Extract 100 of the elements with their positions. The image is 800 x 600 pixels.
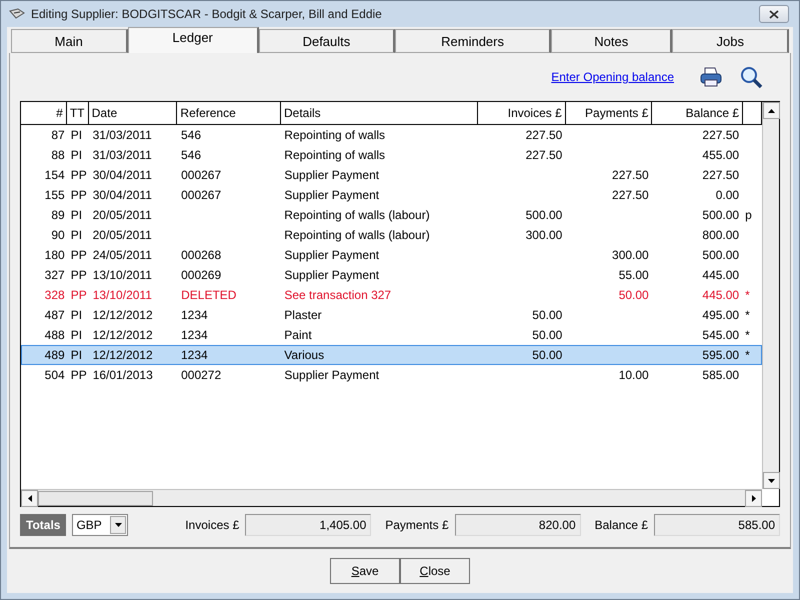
table-cell-text: 227.50: [524, 147, 564, 164]
close-button[interactable]: [759, 5, 789, 23]
ledger-row[interactable]: 180 PP 24/05/2011 000268 Supplier Payment 300.00 500.00: [21, 245, 762, 265]
flag-cell-text: *: [744, 307, 751, 324]
table-cell-text: PI: [70, 307, 84, 324]
table-cell-text: 12/12/2012: [92, 347, 154, 364]
table-cell-text: 155: [44, 187, 66, 204]
table-cell-text: PI: [70, 227, 84, 244]
tab[interactable]: Main: [11, 29, 128, 53]
close-dialog-button[interactable]: Close: [400, 558, 470, 584]
scroll-right-button[interactable]: [745, 490, 762, 506]
scroll-down-button[interactable]: [763, 472, 780, 489]
printer-icon: [699, 66, 723, 88]
table-cell-text: Supplier Payment: [283, 367, 380, 384]
table-cell-text: PP: [70, 367, 88, 384]
column-header[interactable]: Payments £: [566, 102, 652, 124]
ledger-row[interactable]: 504 PP 16/01/2013 000272 Supplier Payment 10.00 585.00: [21, 365, 762, 385]
column-header[interactable]: #: [21, 102, 67, 124]
table-cell-text: 1234: [180, 307, 209, 324]
ledger-row[interactable]: 89 PI 20/05/2011 Repointing of walls (labour) 500.00 500.00 p: [21, 205, 762, 225]
table-cell-text: 1234: [180, 327, 209, 344]
scroll-up-button[interactable]: [763, 102, 780, 119]
table-cell-text: Various: [283, 347, 326, 364]
table-cell-text: 000267: [180, 167, 222, 184]
table-cell-text: PP: [70, 267, 88, 284]
total-field: 820.00: [454, 514, 581, 536]
caret-icon: [114, 523, 122, 527]
ledger-row[interactable]: 90 PI 20/05/2011 Repointing of walls (labour) 300.00 800.00: [21, 225, 762, 245]
table-cell-text: PP: [70, 247, 88, 264]
table-cell-text: 495.00: [701, 307, 740, 324]
column-header[interactable]: Date: [88, 102, 178, 124]
table-cell-text: 12/12/2012: [92, 307, 154, 324]
table-cell-text: Repointing of walls (labour): [283, 207, 431, 224]
table-cell-text: 000268: [180, 247, 222, 264]
table-cell-text: 546: [180, 127, 202, 144]
table-cell-text: 87: [50, 127, 66, 144]
total-field: 585.00: [654, 514, 780, 536]
table-cell-text: Plaster: [283, 307, 323, 324]
table-cell-text: 800.00: [701, 227, 740, 244]
scroll-thumb[interactable]: [38, 490, 153, 506]
tab[interactable]: Ledger: [128, 27, 259, 53]
save-button[interactable]: Save: [330, 558, 400, 584]
table-cell-text: 487: [44, 307, 66, 324]
table-cell-text: DELETED: [180, 287, 238, 304]
tab[interactable]: Notes: [551, 29, 672, 53]
column-header[interactable]: Reference: [177, 102, 281, 124]
table-cell-text: Supplier Payment: [283, 267, 380, 284]
up-arrow-icon: [768, 108, 775, 112]
search-button[interactable]: [738, 64, 764, 90]
table-cell-text: 88: [50, 147, 66, 164]
vertical-scrollbar[interactable]: [762, 102, 779, 489]
column-header[interactable]: Balance £: [652, 102, 744, 124]
table-cell-text: PP: [70, 167, 88, 184]
table-cell-text: Repointing of walls (labour): [283, 227, 431, 244]
ledger-row[interactable]: 327 PP 13/10/2011 000269 Supplier Payment 55.00 445.00: [21, 265, 762, 285]
table-cell-text: Repointing of walls: [283, 147, 386, 164]
ledger-row[interactable]: 154 PP 30/04/2011 000267 Supplier Payment 227.50 227.50: [21, 165, 762, 185]
down-arrow-icon: [768, 478, 775, 482]
table-cell-text: PI: [70, 327, 84, 344]
table-cell-text: 20/05/2011: [92, 227, 153, 244]
table-cell-text: 24/05/2011: [92, 247, 153, 264]
table-cell-text: 500.00: [701, 247, 740, 264]
ledger-row[interactable]: 489 PI 12/12/2012 1234 Various 50.00 595.00 *: [21, 345, 762, 365]
column-header[interactable]: Details: [280, 102, 478, 124]
ledger-row[interactable]: 487 PI 12/12/2012 1234 Plaster 50.00 495.00 *: [21, 305, 762, 325]
ledger-row[interactable]: 155 PP 30/04/2011 000267 Supplier Payment 227.50 0.00: [21, 185, 762, 205]
opening-balance-link[interactable]: Enter Opening balance: [551, 70, 674, 84]
tab[interactable]: Defaults: [258, 29, 396, 53]
table-cell-text: 13/10/2011: [92, 267, 153, 284]
table-cell-text: 90: [50, 227, 66, 244]
table-cell-text: PI: [70, 127, 84, 144]
ledger-row[interactable]: 488 PI 12/12/2012 1234 Paint 50.00 545.00 *: [21, 325, 762, 345]
table-cell-text: 227.50: [701, 127, 740, 144]
currency-dropdown[interactable]: GBP: [72, 514, 128, 536]
table-cell-text: PI: [70, 347, 84, 364]
dropdown-button[interactable]: [110, 516, 126, 534]
ledger-row[interactable]: 328 PP 13/10/2011 DELETED See transaction 327 50.00 445.00 *: [21, 285, 762, 305]
ledger-row[interactable]: 87 PI 31/03/2011 546 Repointing of walls 227.50 227.50: [21, 125, 762, 145]
flag-cell-text: *: [744, 347, 751, 364]
table-cell-text: 445.00: [701, 267, 740, 284]
table-cell-text: Repointing of walls: [283, 127, 386, 144]
currency-value: GBP: [75, 518, 102, 532]
table-cell-text: 20/05/2011: [92, 207, 153, 224]
column-header[interactable]: TT: [66, 102, 89, 124]
tab[interactable]: Reminders: [395, 29, 552, 53]
table-cell-text: 585.00: [701, 367, 740, 384]
ledger-row[interactable]: 88 PI 31/03/2011 546 Repointing of walls 227.50 455.00: [21, 145, 762, 165]
column-header[interactable]: Invoices £: [478, 102, 566, 124]
table-cell-text: 30/04/2011: [92, 167, 153, 184]
table-cell-text: 545.00: [701, 327, 740, 344]
search-icon: [739, 65, 763, 89]
table-cell-text: 154: [44, 167, 66, 184]
table-cell-text: 89: [50, 207, 66, 224]
window-title: Editing Supplier: BODGITSCAR - Bodgit & Scarper, Bill and Eddie: [31, 7, 383, 21]
table-cell-text: 504: [44, 367, 66, 384]
horizontal-scrollbar[interactable]: [21, 489, 762, 506]
table-cell-text: 55.00: [618, 267, 650, 284]
scroll-left-button[interactable]: [21, 490, 38, 506]
tab[interactable]: Jobs: [672, 29, 789, 53]
table-cell-text: 30/04/2011: [92, 187, 153, 204]
